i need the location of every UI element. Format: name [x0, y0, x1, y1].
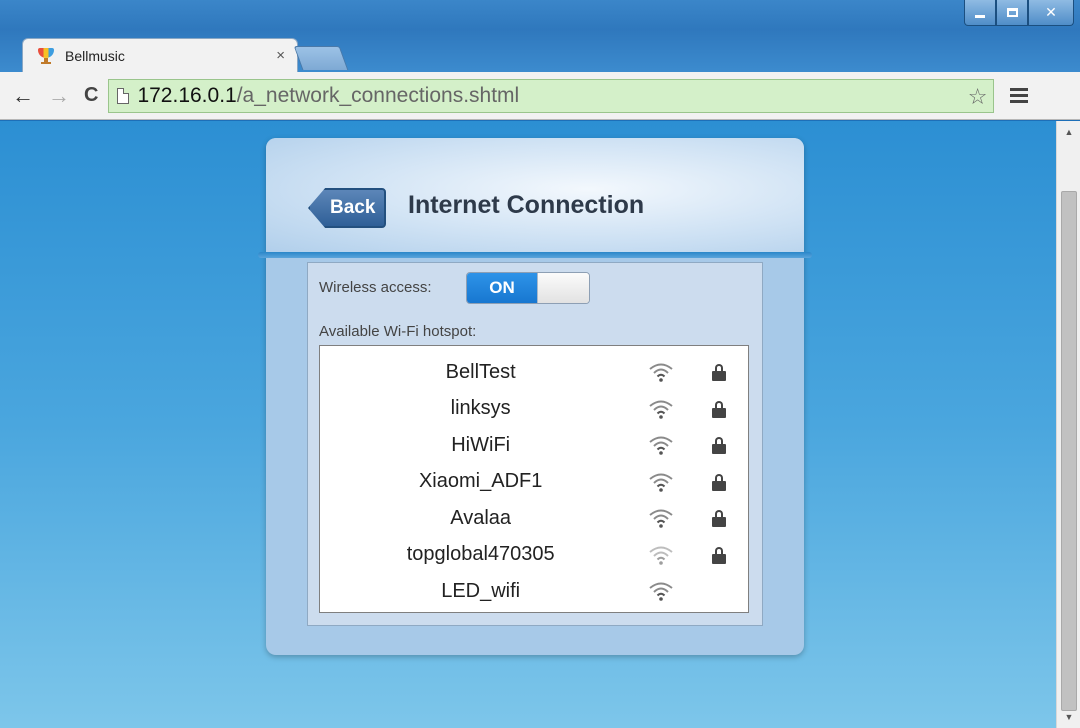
maximize-icon — [1006, 8, 1018, 17]
maximize-button[interactable] — [996, 0, 1028, 26]
url-host: 172.16.0.1 — [137, 83, 237, 107]
wifi-signal-icon — [631, 581, 689, 602]
browser-toolbar: ← → C 172.16.0.1/a_network_connections.s… — [0, 72, 1080, 120]
page-icon — [117, 87, 130, 104]
bellmusic-favicon-icon — [37, 47, 55, 64]
hotspot-ssid: Avalaa — [450, 506, 512, 529]
tab-close-button[interactable]: × — [276, 47, 285, 64]
lock-icon — [690, 364, 748, 382]
hotspot-row[interactable]: Avalaa — [320, 500, 748, 537]
url-path: /a_network_connections.shtml — [236, 83, 520, 107]
wireless-access-toggle[interactable]: ON — [466, 272, 590, 304]
hotspot-ssid: BellTest — [445, 360, 516, 383]
hotspot-ssid: HiWiFi — [451, 433, 511, 456]
hotspot-list: BellTest linksys HiWiFi Xiaomi_ADF1 Avalaa to… — [319, 345, 749, 613]
hotspot-row[interactable]: LED_wifi — [320, 573, 748, 610]
forward-arrow-button[interactable]: → — [48, 84, 70, 107]
minimize-icon — [975, 15, 985, 18]
header-divider — [258, 252, 812, 258]
lock-icon — [690, 437, 748, 455]
toggle-on-label: ON — [467, 273, 537, 303]
reload-button[interactable]: C — [84, 84, 98, 107]
hotspot-row[interactable]: linksys — [320, 391, 748, 428]
new-tab-button[interactable] — [293, 46, 349, 70]
wifi-signal-icon — [631, 435, 689, 456]
hotspot-ssid: linksys — [450, 397, 511, 420]
lock-icon — [690, 546, 748, 564]
wifi-settings-box: Wireless access: ON Available Wi-Fi hots… — [307, 262, 763, 626]
toggle-knob[interactable] — [537, 273, 589, 303]
wifi-signal-icon — [631, 545, 689, 565]
hotspot-ssid: LED_wifi — [441, 579, 521, 602]
scroll-down-arrow-icon[interactable]: ▼ — [1057, 708, 1080, 726]
wifi-signal-icon — [631, 472, 689, 492]
lock-icon — [690, 510, 748, 528]
vertical-scrollbar[interactable]: ▲ ▼ — [1056, 121, 1080, 728]
hotspot-row[interactable]: BellTest — [320, 354, 748, 391]
hotspot-ssid: topglobal470305 — [406, 543, 555, 566]
hotspot-row[interactable]: HiWiFi — [320, 427, 748, 464]
wireless-access-label: Wireless access: — [319, 279, 432, 296]
wifi-signal-icon — [631, 362, 689, 383]
back-arrow-button[interactable]: ← — [12, 84, 34, 107]
lock-icon — [690, 473, 748, 491]
wifi-signal-icon — [631, 399, 689, 419]
tab-title: Bellmusic — [65, 47, 125, 64]
scrollbar-thumb[interactable] — [1061, 191, 1077, 711]
back-button[interactable]: Back — [308, 188, 386, 228]
minimize-button[interactable] — [964, 0, 996, 26]
bookmark-star-icon[interactable]: ☆ — [968, 84, 988, 110]
hotspot-row[interactable]: topglobal470305 — [320, 537, 748, 574]
internet-connection-panel: Back Internet Connection Wireless access… — [258, 138, 812, 655]
url-text: 172.16.0.1/a_network_connections.shtml — [137, 84, 519, 108]
browser-menu-icon[interactable] — [1010, 88, 1029, 103]
page-title: Internet Connection — [408, 191, 645, 219]
lock-icon — [690, 400, 748, 418]
hotspot-ssid: Xiaomi_ADF1 — [418, 470, 543, 493]
wifi-signal-icon — [631, 508, 689, 529]
browser-tab[interactable]: Bellmusic × — [22, 38, 298, 72]
hotspot-list-label: Available Wi-Fi hotspot: — [319, 323, 477, 340]
window-controls: ✕ — [964, 0, 1074, 30]
address-bar[interactable]: 172.16.0.1/a_network_connections.shtml ☆ — [108, 78, 995, 113]
scroll-up-arrow-icon[interactable]: ▲ — [1057, 123, 1080, 141]
back-button-label: Back — [330, 197, 376, 218]
close-icon: ✕ — [1045, 4, 1057, 20]
page-viewport: Back Internet Connection Wireless access… — [0, 121, 1056, 728]
hotspot-row[interactable]: Xiaomi_ADF1 — [320, 464, 748, 501]
close-window-button[interactable]: ✕ — [1028, 0, 1074, 26]
